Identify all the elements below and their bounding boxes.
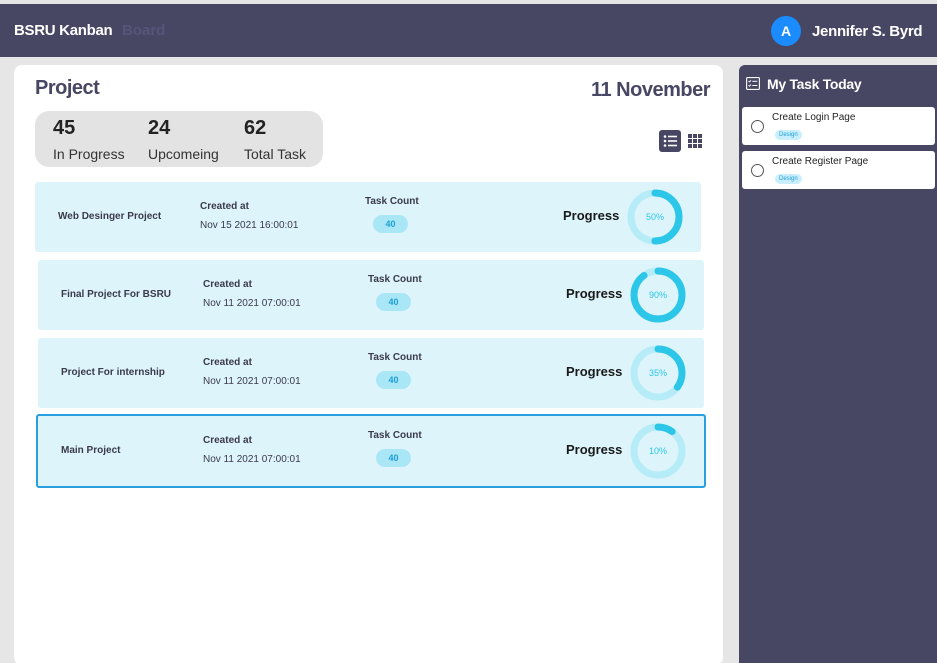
created-at-label: Created at [203,435,252,446]
stat-label: Upcomeing [148,146,219,162]
stats-summary: 45 In Progress 24 Upcomeing 62 Total Tas… [35,111,323,167]
project-name: Project For internship [61,367,165,378]
task-title: Create Register Page [772,156,869,167]
progress-label: Progress [566,442,623,457]
created-at-value: Nov 11 2021 07:00:01 [203,376,301,387]
user-name[interactable]: Jennifer S. Byrd [812,23,923,40]
progress-label: Progress [566,286,623,301]
created-at-value: Nov 11 2021 07:00:01 [203,298,301,309]
current-date: 11 November [590,79,711,101]
progress-percent: 90% [649,290,667,300]
stat-value: 45 [53,117,76,139]
task-sidebar: My Task Today Create Login Page Design C… [739,65,937,663]
task-title: Create Login Page [772,112,856,123]
project-card[interactable]: Final Project For BSRU Created at Nov 11… [38,260,704,330]
task-item[interactable]: Create Login Page Design [742,107,935,145]
project-panel: Project 11 November 45 In Progress 24 Up… [14,65,723,663]
stat-in-progress: 45 In Progress [53,117,125,162]
sidebar-title: My Task Today [767,76,862,92]
stat-upcoming: 24 Upcomeing [148,117,219,162]
brand-logo[interactable]: BSRU Kanban [14,22,113,39]
view-toggle [659,130,705,152]
project-card[interactable]: Web Desinger Project Created at Nov 15 2… [35,182,701,252]
progress-ring: 10% [630,423,686,479]
stat-value: 24 [148,117,171,139]
progress-ring: 50% [627,189,683,245]
project-card[interactable]: Main Project Created at Nov 11 2021 07:0… [36,414,706,488]
project-name: Web Desinger Project [58,211,162,222]
task-item[interactable]: Create Register Page Design [742,151,935,189]
created-at-value: Nov 11 2021 07:00:01 [203,454,301,465]
stat-label: In Progress [53,146,125,162]
project-name: Main Project [61,445,121,456]
progress-percent: 10% [649,446,667,456]
task-checkbox[interactable] [751,164,764,177]
progress-percent: 50% [646,212,664,222]
task-count-label: Task Count [365,196,419,207]
created-at-value: Nov 15 2021 16:00:01 [200,220,299,231]
progress-label: Progress [566,364,623,379]
task-count-label: Task Count [368,274,422,285]
project-card[interactable]: Project For internship Created at Nov 11… [38,338,704,408]
task-checkbox[interactable] [751,120,764,133]
task-tag: Design [775,130,802,140]
checklist-icon [746,77,760,90]
list-icon [663,135,677,147]
avatar[interactable]: A [771,16,801,46]
created-at-label: Created at [203,279,252,290]
created-at-label: Created at [200,201,249,212]
stat-label: Total Task [244,146,306,162]
task-count-badge: 40 [376,449,411,467]
progress-ring: 90% [630,267,686,323]
grid-icon [688,134,702,148]
stat-value: 62 [244,117,267,139]
progress-label: Progress [563,208,620,223]
grid-view-button[interactable] [687,134,703,148]
task-count-label: Task Count [368,430,422,441]
stat-total-task: 62 Total Task [244,117,306,162]
created-at-label: Created at [203,357,252,368]
progress-ring: 35% [630,345,686,401]
list-view-button[interactable] [659,130,681,152]
task-count-badge: 40 [373,215,408,233]
project-name: Final Project For BSRU [61,289,172,300]
task-count-badge: 40 [376,371,411,389]
nav-link-board[interactable]: Board [122,22,165,39]
progress-percent: 35% [649,368,667,378]
top-navbar: BSRU Kanban Board A Jennifer S. Byrd [0,4,937,57]
task-count-label: Task Count [368,352,422,363]
task-tag: Design [775,174,802,184]
task-count-badge: 40 [376,293,411,311]
page-title: Project [35,77,100,99]
